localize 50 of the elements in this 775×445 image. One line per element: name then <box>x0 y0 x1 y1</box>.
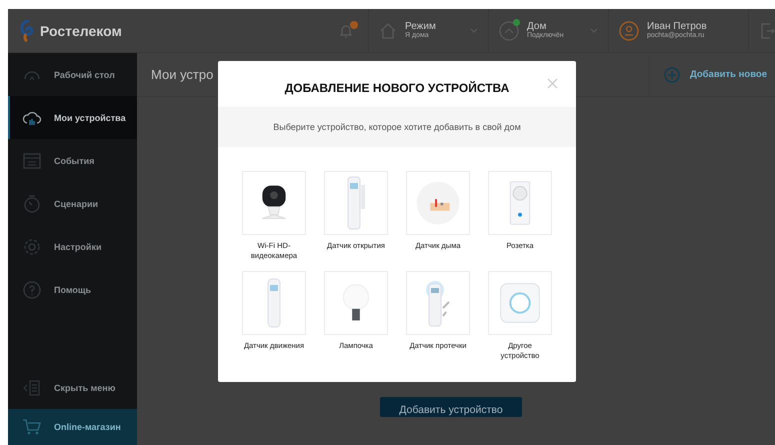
sidebar-item[interactable]: Рабочий стол <box>8 53 137 96</box>
dialog-subtitle: Выберите устройство, которое хотите добавить в свой дом <box>218 107 576 147</box>
leak-sensor-drawing <box>425 280 451 326</box>
sidebar-label: Мои устройства <box>54 112 126 122</box>
add-new-link[interactable]: Добавить новое <box>649 53 775 96</box>
page-title: Мои устро <box>151 67 214 82</box>
sidebar-label: Сценарии <box>54 198 98 208</box>
logo-text: Ростелеком <box>40 22 122 38</box>
sidebar-item[interactable]: События <box>8 139 137 182</box>
cart-icon <box>22 417 42 437</box>
collapse-menu-icon <box>22 378 42 398</box>
device-tile[interactable] <box>242 171 306 235</box>
motion-sensor-drawing <box>267 278 281 328</box>
bell-icon <box>338 22 354 38</box>
sidebar-item[interactable]: Мои устройства <box>8 96 137 139</box>
sidebar-item[interactable]: Сценарии <box>8 182 137 225</box>
door-sensor-drawing <box>346 176 366 230</box>
device-tile[interactable] <box>488 171 552 235</box>
settings-icon <box>22 236 42 256</box>
sidebar-item[interactable]: Настройки <box>8 225 137 268</box>
device-tile[interactable] <box>406 171 470 235</box>
chevron-down-icon <box>590 28 598 33</box>
house-icon <box>379 22 397 40</box>
logo-icon <box>20 20 34 42</box>
calendar-icon <box>22 150 42 170</box>
device-tile[interactable] <box>324 171 388 235</box>
hub-icon <box>499 20 519 40</box>
chevron-down-icon <box>470 28 478 33</box>
plus-circle-icon <box>664 66 680 82</box>
dialog-title: ДОБАВЛЕНИЕ НОВОГО УСТРОЙСТВА <box>284 81 510 95</box>
avatar-icon <box>619 20 639 40</box>
stopwatch-icon <box>22 194 42 214</box>
sidebar-label: Помощь <box>54 284 92 294</box>
help-icon <box>22 280 42 300</box>
hide-menu-button[interactable]: Скрыть меню <box>8 366 137 409</box>
add-device-button[interactable]: Добавить устройство <box>380 397 522 417</box>
device-tile[interactable] <box>242 271 306 335</box>
online-shop-button[interactable]: Online-магазин <box>8 409 137 445</box>
section-title: Дом <box>527 20 548 32</box>
device-tile[interactable] <box>406 271 470 335</box>
sidebar-label: Настройки <box>54 242 102 252</box>
device-tile[interactable] <box>488 271 552 335</box>
section-title: Режим <box>405 20 437 32</box>
logout-icon <box>761 22 775 38</box>
user-name: Иван Петров <box>647 20 707 32</box>
sidebar-label: Рабочий стол <box>54 70 115 80</box>
close-icon[interactable] <box>547 78 558 89</box>
sidebar-item[interactable]: Помощь <box>8 268 137 311</box>
sidebar-label: События <box>54 156 94 166</box>
device-tile[interactable] <box>324 271 388 335</box>
